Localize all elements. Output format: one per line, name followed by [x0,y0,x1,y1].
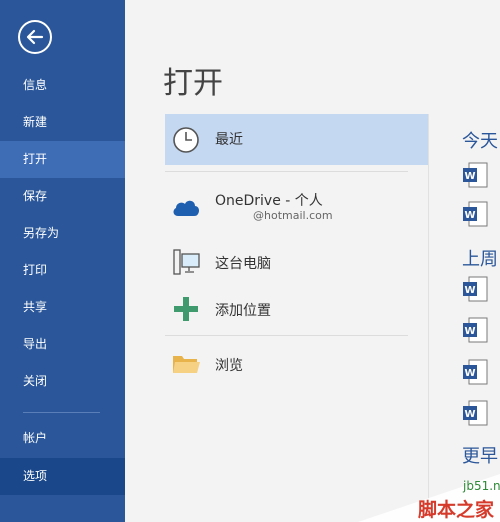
separator [165,171,408,172]
location-onedrive-account: @hotmail.com [253,209,333,222]
back-button[interactable] [18,20,52,54]
svg-text:W: W [464,171,475,182]
location-onedrive-label: OneDrive - 个人 [215,193,323,209]
recent-group-older: 更早 [462,446,498,467]
svg-text:W: W [464,368,475,379]
word-doc-icon[interactable]: W [462,359,488,385]
nav-item-options[interactable]: 选项 [0,458,125,495]
location-add-place-label: 添加位置 [215,303,271,319]
word-doc-icon[interactable]: W [462,276,488,302]
backstage-nav: 信息 新建 打开 保存 另存为 打印 共享 导出 关闭 帐户 选项 [0,0,125,522]
location-add-place[interactable]: 添加位置 [165,292,428,326]
nav-item-save[interactable]: 保存 [0,178,125,215]
nav-item-export[interactable]: 导出 [0,326,125,363]
panel-divider [428,114,429,522]
location-recent-label: 最近 [215,132,243,148]
folder-icon [173,356,200,373]
location-this-pc[interactable]: 这台电脑 [165,245,428,279]
nav-item-close[interactable]: 关闭 [0,363,125,400]
nav-item-new[interactable]: 新建 [0,104,125,141]
svg-text:W: W [464,409,475,420]
svg-text:W: W [464,326,475,337]
svg-text:W: W [464,285,475,296]
watermark-site: jb51.net [463,479,500,493]
word-doc-icon[interactable]: W [462,162,488,188]
nav-item-open[interactable]: 打开 [0,141,125,178]
nav-item-account[interactable]: 帐户 [0,420,125,457]
cloud-icon [173,200,199,216]
separator [165,335,408,336]
back-arrow-icon [26,29,44,45]
computer-icon [173,249,200,275]
location-browse-label: 浏览 [215,358,243,374]
location-onedrive[interactable]: OneDrive - 个人 @hotmail.com [165,184,428,230]
svg-text:W: W [464,210,475,221]
word-doc-icon[interactable]: W [462,317,488,343]
recent-group-last-week: 上周 [462,249,498,270]
nav-item-info[interactable]: 信息 [0,67,125,104]
word-doc-icon[interactable]: W [462,201,488,227]
recent-group-today: 今天 [462,131,498,152]
location-browse[interactable]: 浏览 [165,347,428,381]
location-recent[interactable]: 最近 [165,114,428,165]
nav-item-print[interactable]: 打印 [0,252,125,289]
location-this-pc-label: 这台电脑 [215,256,271,272]
word-doc-icon[interactable]: W [462,400,488,426]
nav-divider [23,412,100,413]
plus-icon [174,297,198,321]
nav-item-share[interactable]: 共享 [0,289,125,326]
nav-item-save-as[interactable]: 另存为 [0,215,125,252]
page-title: 打开 [163,66,223,101]
clock-icon [173,127,199,153]
watermark-text: 脚本之家 [418,499,495,521]
